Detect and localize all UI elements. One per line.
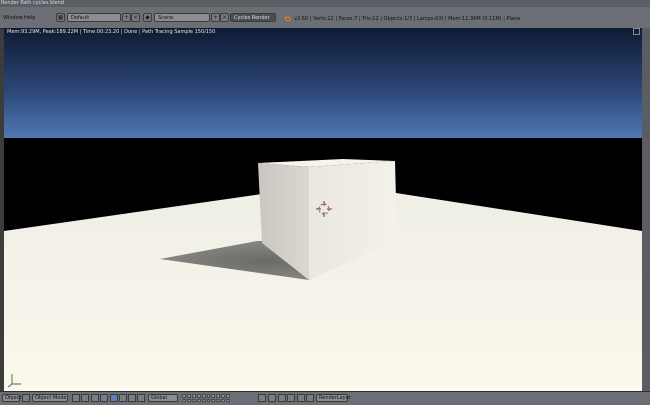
orientation-label: Global	[151, 395, 167, 401]
scene-label: Scene	[158, 15, 174, 21]
pivot-icon[interactable]	[91, 394, 99, 402]
mode-select[interactable]: Object Mode	[32, 394, 68, 402]
scene-field[interactable]: Scene	[154, 13, 210, 22]
rotate-manipulator-icon[interactable]	[128, 394, 136, 402]
screen-layout-label: Default	[71, 15, 90, 21]
scene-statistics: v2.60 | Verts:12 | Faces:7 | Tris:12 | O…	[294, 16, 521, 22]
translate-manipulator-icon[interactable]	[119, 394, 127, 402]
scene-icon[interactable]: ◆	[143, 13, 152, 22]
screen-layout-icon[interactable]: ▦	[56, 13, 65, 22]
viewport-shading-icon[interactable]	[72, 394, 80, 402]
sky	[4, 28, 642, 138]
viewport-right-edge[interactable]	[642, 28, 650, 391]
proportional-edit-icon[interactable]	[268, 394, 276, 402]
viewport-split-handle[interactable]	[633, 28, 640, 35]
render-progress-info: Mem:93.29M, Peak:189.22M | Time:00:23.20…	[7, 29, 216, 35]
snap-element-icon[interactable]	[287, 394, 295, 402]
screen-remove-button[interactable]: ×	[131, 13, 140, 22]
screen-layout-field[interactable]: Default	[67, 13, 121, 22]
screen-add-button[interactable]: +	[122, 13, 131, 22]
window-title: Render Path cycles.blend	[1, 0, 65, 6]
menu-help[interactable]: Help	[24, 15, 35, 21]
menu-window[interactable]: Window	[3, 15, 23, 21]
render-engine-select[interactable]: Cycles Render	[230, 13, 276, 22]
object-menu-label: Object	[5, 395, 22, 401]
mode-label: Object Mode	[35, 395, 67, 401]
scene-remove-button[interactable]: ×	[220, 13, 229, 22]
render-engine-label: Cycles Render	[234, 15, 270, 21]
window-titlebar: Render Path cycles.blend	[0, 0, 650, 7]
3d-viewport[interactable]: Mem:93.29M, Peak:189.22M | Time:00:23.20…	[4, 28, 642, 391]
shading-dropdown-icon[interactable]	[81, 394, 89, 402]
snap-toggle-icon[interactable]	[278, 394, 286, 402]
info-header: Window Help ▦ Default + × ◆ Scene + × Cy…	[0, 7, 650, 29]
scene-add-button[interactable]: +	[211, 13, 220, 22]
horizon-band	[4, 138, 642, 148]
axis-gizmo-icon	[7, 374, 21, 388]
blender-window: Render Path cycles.blend Window Help ▦ D…	[0, 0, 650, 405]
manipulator-toggle-icon[interactable]	[110, 394, 118, 402]
transform-orientation-select[interactable]: Global	[148, 394, 178, 402]
opengl-render-icon[interactable]	[297, 394, 305, 402]
pivot-dropdown-icon[interactable]	[100, 394, 108, 402]
lock-layers-icon[interactable]	[258, 394, 266, 402]
object-mode-icon	[22, 394, 30, 402]
render-layer-label: RenderLayer	[319, 395, 351, 401]
rendered-scene	[4, 28, 642, 391]
render-animation-icon[interactable]	[306, 394, 314, 402]
scale-manipulator-icon[interactable]	[137, 394, 145, 402]
render-layer-select[interactable]: RenderLayer	[316, 394, 351, 402]
blender-logo-icon	[284, 16, 291, 22]
3d-view-header: Object Object Mode Global RenderLayer	[0, 391, 650, 405]
scene-layers-grid[interactable]	[182, 394, 230, 402]
object-menu[interactable]: Object	[2, 394, 22, 402]
